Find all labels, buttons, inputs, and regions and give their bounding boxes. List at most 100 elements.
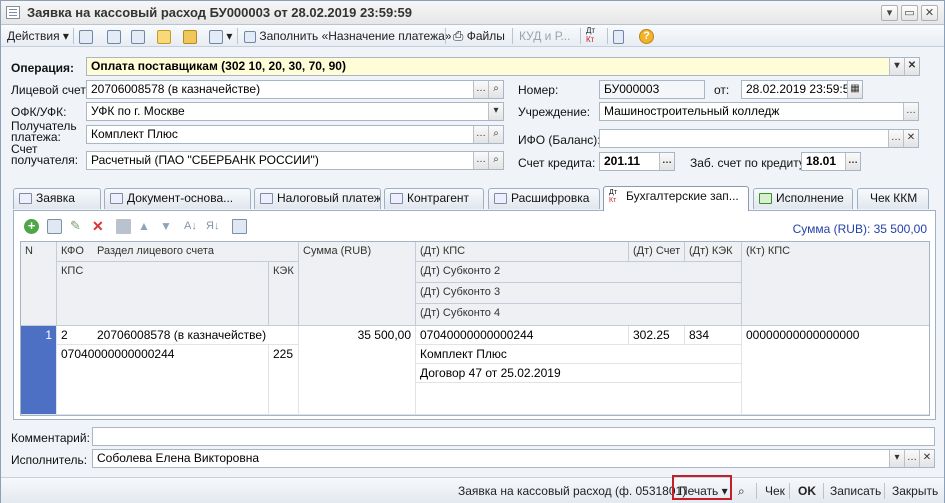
dropdown-icon[interactable]: ▾ (889, 58, 904, 75)
sum-cell[interactable]: 35 500,00 (299, 326, 416, 415)
tab-execution[interactable]: Исполнение (753, 188, 853, 209)
search-icon[interactable]: ⌕ (488, 81, 503, 98)
date-field[interactable]: 28.02.2019 23:59:59 ▦ (741, 80, 863, 99)
payee-account-field[interactable]: Расчетный (ПАО "СБЕРБАНК РОССИИ") … ⌕ (86, 151, 504, 170)
tab-breakdown[interactable]: Расшифровка (488, 188, 600, 209)
search-icon[interactable]: ⌕ (488, 126, 503, 143)
operation-select[interactable]: Оплата поставщикам (302 10, 20, 30, 70, … (86, 57, 920, 76)
select-icon[interactable]: … (473, 126, 488, 143)
move-down-icon[interactable]: ▾ (881, 5, 898, 21)
offbalance-field[interactable]: 18.01 … (801, 152, 861, 171)
dropdown-icon[interactable]: ▾ (488, 103, 503, 120)
fill-purpose-label: Заполнить «Назначение платежа» (259, 29, 452, 43)
add-icon[interactable]: + (24, 219, 39, 234)
clear-icon[interactable]: ✕ (919, 450, 934, 467)
select-icon[interactable]: … (845, 153, 860, 170)
kt-kps-cell[interactable]: 00000000000000000 (742, 326, 929, 415)
sort-ascending-icon[interactable]: A↓ (184, 219, 199, 234)
tab-counterparty[interactable]: Контрагент (384, 188, 484, 209)
search-icon[interactable]: ⌕ (488, 152, 503, 169)
save-button[interactable]: Записать (830, 482, 881, 500)
kfo-cell[interactable]: 2 (57, 326, 93, 345)
column-header-dt-kek[interactable]: (Дт) КЭК (685, 242, 742, 262)
dt-subconto2-cell[interactable]: Комплект Плюс (416, 345, 742, 364)
print-form-name[interactable]: Заявка на кассовый расход (ф. 0531801) (458, 482, 686, 500)
check-button[interactable]: Чек (765, 482, 785, 500)
preview-search-icon[interactable]: ⌕ (738, 482, 745, 500)
dt-subconto4-cell[interactable] (416, 383, 742, 415)
column-header-dt-account[interactable]: (Дт) Счет (629, 242, 685, 262)
post-and-close-icon[interactable] (79, 27, 93, 45)
tab-cash-receipt[interactable]: Чек ККМ (857, 188, 929, 209)
refresh-icon[interactable] (183, 27, 197, 45)
clear-icon[interactable]: ✕ (904, 58, 919, 75)
column-header-n[interactable]: N (21, 242, 57, 326)
dt-subconto3-cell[interactable]: Договор 47 от 25.02.2019 (416, 364, 742, 383)
ofk-field[interactable]: УФК по г. Москве ▾ (86, 102, 504, 121)
column-header-dt-subconto3[interactable]: (Дт) Субконто 3 (416, 283, 742, 304)
files-button[interactable]: ⎙ Файлы (453, 27, 505, 45)
column-header-sum[interactable]: Сумма (RUB) (299, 242, 416, 326)
delete-icon[interactable]: ✕ (92, 219, 107, 234)
account-field[interactable]: 20706008578 (в казначействе) … ⌕ (86, 80, 504, 99)
column-header-kek[interactable]: КЭК (269, 262, 299, 326)
column-header-dt-subconto4[interactable]: (Дт) Субконто 4 (416, 304, 742, 326)
kps-cell[interactable]: 07040000000000244 (57, 345, 269, 415)
column-header-kps[interactable]: КПС (57, 262, 269, 326)
org-field[interactable]: Машиностроительный колледж … (599, 102, 919, 121)
select-icon[interactable]: … (473, 152, 488, 169)
select-icon[interactable]: … (659, 153, 674, 170)
select-icon[interactable]: … (903, 103, 918, 120)
dt-kps-cell[interactable]: 07040000000000244 (416, 326, 629, 345)
help-icon[interactable]: ? (639, 27, 654, 45)
credit-account-field[interactable]: 201.11 … (599, 152, 675, 171)
number-field[interactable]: БУ000003 (599, 80, 705, 99)
copy-icon[interactable] (131, 27, 145, 45)
sort-descending-icon[interactable]: Я↓ (206, 219, 221, 234)
end-edit-icon[interactable] (116, 219, 131, 234)
actions-menu[interactable]: Действия ▾ (7, 27, 69, 45)
dt-account-cell[interactable]: 302.25 (629, 326, 685, 345)
move-up-icon[interactable]: ▲ (138, 219, 153, 234)
dropdown-icon[interactable]: ▾ (889, 450, 904, 467)
settings-icon[interactable] (232, 219, 247, 234)
fill-purpose-button[interactable]: Заполнить «Назначение платежа» (244, 27, 451, 45)
close-icon[interactable]: ✕ (921, 5, 938, 21)
close-button[interactable]: Закрыть (892, 482, 938, 500)
tab-request[interactable]: Заявка (13, 188, 101, 209)
select-icon[interactable]: … (904, 450, 919, 467)
structure-icon[interactable] (157, 27, 171, 45)
tab-accounting-entries[interactable]: Дт Кт Бухгалтерские зап... (603, 186, 749, 211)
entries-table[interactable]: N КФО Раздел лицевого счета КПС КЭК Сумм… (20, 241, 930, 416)
column-header-dt-subconto2[interactable]: (Дт) Субконто 2 (416, 262, 742, 283)
tab-tax-payment[interactable]: Налоговый платеж (254, 188, 381, 209)
row-number-cell[interactable]: 1 (21, 326, 57, 415)
ifo-field[interactable]: … ✕ (599, 129, 919, 148)
report-icon[interactable] (613, 27, 624, 45)
select-icon[interactable]: … (473, 81, 488, 98)
tab-counterparty-label: Контрагент (407, 191, 470, 205)
executor-field[interactable]: Соболева Елена Викторовна ▾ … ✕ (92, 449, 935, 468)
dt-kek-cell[interactable]: 834 (685, 326, 742, 345)
payee-field[interactable]: Комплект Плюс … ⌕ (86, 125, 504, 144)
edit-icon[interactable]: ✎ (70, 219, 85, 234)
goto-icon[interactable]: ▾ (209, 27, 232, 45)
column-header-dt-kps[interactable]: (Дт) КПС (416, 242, 629, 262)
copy-row-icon[interactable] (47, 219, 62, 234)
calendar-icon[interactable]: ▦ (847, 81, 862, 98)
column-header-kfo[interactable]: КФО (57, 242, 93, 262)
dt-kt-icon[interactable]: Дт Кт (586, 26, 595, 44)
ok-button[interactable]: OK (798, 482, 816, 500)
comment-field[interactable] (92, 427, 935, 446)
restore-icon[interactable]: ▭ (901, 5, 918, 21)
column-header-section[interactable]: Раздел лицевого счета (93, 242, 299, 262)
kud-button[interactable]: КУД и Р... (519, 27, 570, 45)
post-icon[interactable] (107, 27, 121, 45)
column-header-kt-kps[interactable]: (Кт) КПС (742, 242, 929, 326)
select-icon[interactable]: … (888, 130, 903, 147)
section-cell[interactable]: 20706008578 (в казначействе) (93, 326, 299, 345)
clear-icon[interactable]: ✕ (903, 130, 918, 147)
tab-base-document[interactable]: Документ-основа... (104, 188, 251, 209)
kek-cell[interactable]: 225 (269, 345, 299, 415)
move-down-icon[interactable]: ▼ (160, 219, 175, 234)
